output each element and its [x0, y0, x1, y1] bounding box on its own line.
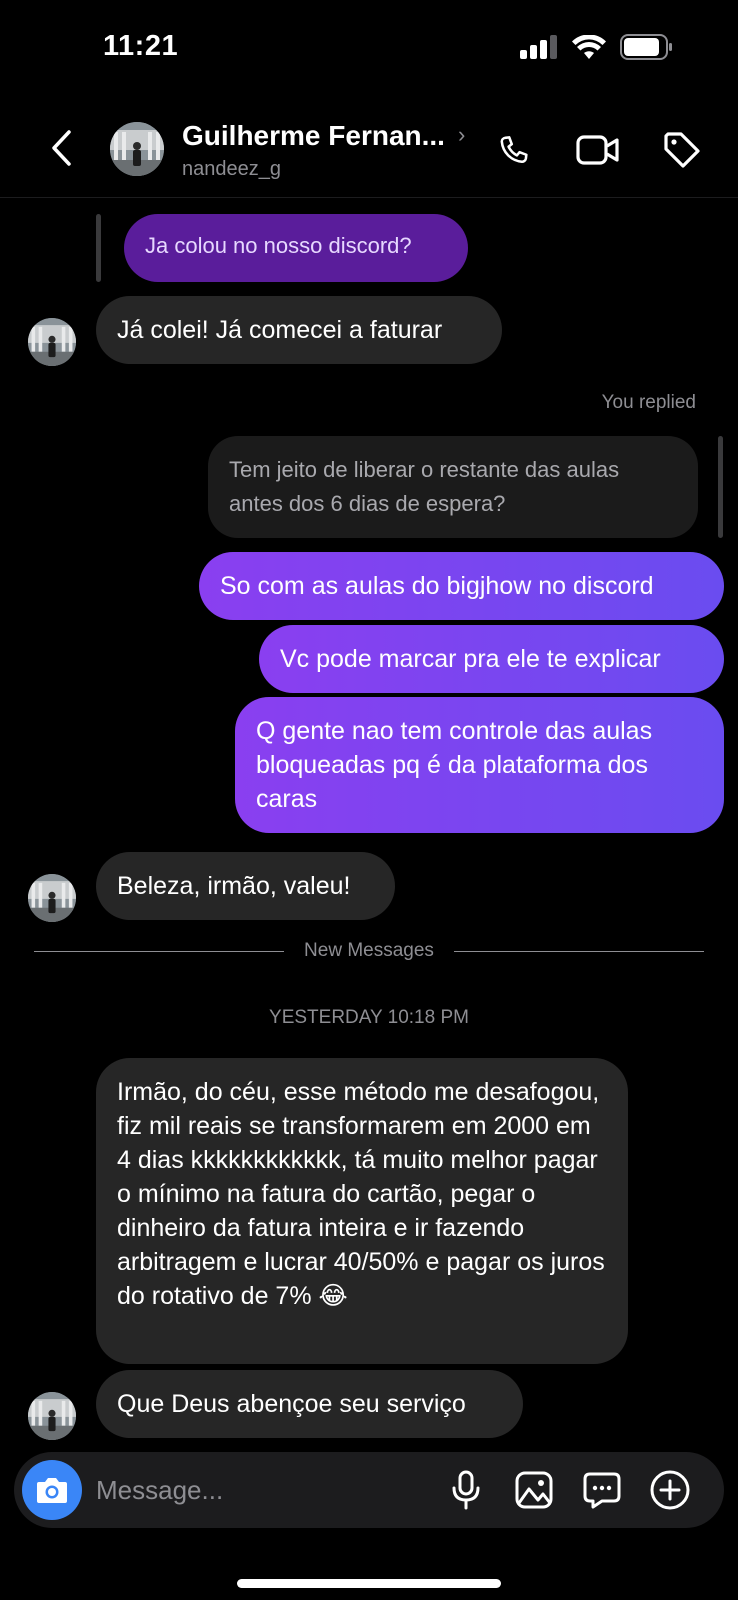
- sticker-icon: [583, 1472, 621, 1509]
- outgoing-message-bubble[interactable]: Q gente nao tem controle das aulas bloqu…: [235, 697, 724, 833]
- quoted-message-text: Ja colou no nosso discord?: [145, 233, 412, 258]
- home-indicator[interactable]: [237, 1579, 501, 1588]
- gallery-button[interactable]: [512, 1468, 556, 1512]
- quoted-message-bubble[interactable]: Ja colou no nosso discord?: [124, 214, 468, 282]
- phone-icon: [500, 136, 528, 163]
- status-icons: [520, 33, 674, 65]
- message-input[interactable]: [96, 1470, 426, 1510]
- quoted-message-bubble[interactable]: Tem jeito de liberar o restante das aula…: [208, 436, 698, 538]
- incoming-message-bubble[interactable]: Beleza, irmão, valeu!: [96, 852, 395, 920]
- message-text: Beleza, irmão, valeu!: [117, 872, 351, 900]
- contact-name[interactable]: Guilherme Fernan...: [182, 120, 445, 152]
- plus-circle-icon: [650, 1470, 690, 1510]
- chat-header: Guilherme Fernan... › nandeez_g: [0, 100, 738, 198]
- contact-avatar[interactable]: [110, 122, 164, 176]
- video-camera-icon: [576, 135, 619, 165]
- message-composer: [14, 1452, 724, 1528]
- camera-icon: [37, 1478, 67, 1503]
- incoming-message-bubble[interactable]: Irmão, do céu, esse método me desafogou,…: [96, 1058, 628, 1364]
- voice-call-button[interactable]: [492, 128, 536, 172]
- contact-handle[interactable]: nandeez_g: [182, 158, 281, 181]
- sender-avatar[interactable]: [28, 1392, 76, 1440]
- back-chevron-icon: [52, 130, 71, 166]
- sender-avatar[interactable]: [28, 874, 76, 922]
- microphone-icon: [452, 1470, 480, 1510]
- new-messages-divider-line: [454, 951, 704, 952]
- status-time: 11:21: [103, 30, 179, 62]
- message-text: Vc pode marcar pra ele te explicar: [280, 645, 661, 673]
- wifi-icon: [572, 33, 606, 65]
- more-options-button[interactable]: [648, 1468, 692, 1512]
- voice-message-button[interactable]: [444, 1468, 488, 1512]
- message-text: Já colei! Já comecei a faturar: [117, 316, 443, 344]
- outgoing-message-bubble[interactable]: So com as aulas do bigjhow no discord: [199, 552, 724, 620]
- camera-button[interactable]: [22, 1460, 82, 1520]
- tag-icon: [664, 132, 700, 168]
- reply-indicator-line: [96, 214, 101, 282]
- incoming-message-bubble[interactable]: Já colei! Já comecei a faturar: [96, 296, 502, 364]
- tag-button[interactable]: [660, 128, 704, 172]
- message-text: Q gente nao tem controle das aulas bloqu…: [256, 717, 653, 813]
- sticker-button[interactable]: [580, 1468, 624, 1512]
- message-text: So com as aulas do bigjhow no discord: [220, 572, 654, 600]
- you-replied-label: You replied: [601, 392, 696, 413]
- chevron-right-icon[interactable]: ›: [458, 122, 465, 148]
- outgoing-message-bubble[interactable]: Vc pode marcar pra ele te explicar: [259, 625, 724, 693]
- message-text: Irmão, do céu, esse método me desafogou,…: [117, 1078, 605, 1310]
- video-call-button[interactable]: [576, 128, 620, 172]
- timestamp: YESTERDAY 10:18 PM: [269, 1007, 469, 1028]
- message-text: Que Deus abençoe seu serviço: [117, 1390, 466, 1418]
- quoted-message-text: Tem jeito de liberar o restante das aula…: [229, 457, 620, 516]
- back-button[interactable]: [44, 126, 78, 170]
- reply-indicator-line: [718, 436, 723, 538]
- battery-icon: [620, 34, 674, 65]
- sender-avatar[interactable]: [28, 318, 76, 366]
- gallery-icon: [515, 1471, 553, 1509]
- incoming-message-bubble[interactable]: Que Deus abençoe seu serviço: [96, 1370, 523, 1438]
- cellular-signal-icon: [520, 35, 558, 64]
